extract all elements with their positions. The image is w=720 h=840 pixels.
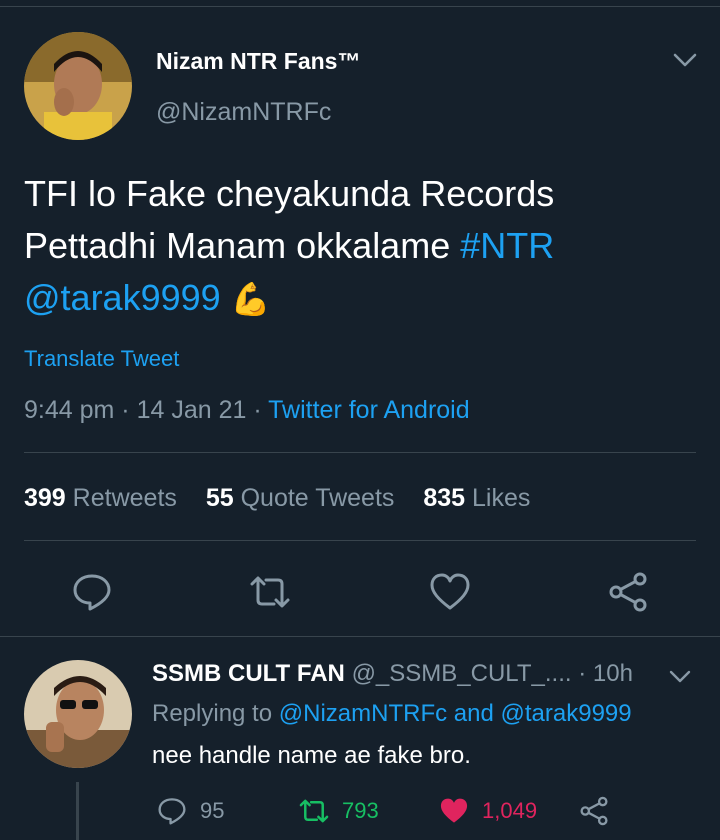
- tweet-date[interactable]: 14 Jan 21: [137, 396, 247, 424]
- retweets-stat[interactable]: 399 Retweets: [24, 484, 177, 512]
- likes-count: 835: [423, 484, 466, 512]
- author-display-name[interactable]: Nizam NTR Fans™: [156, 48, 360, 75]
- retweet-arrows-icon: [299, 799, 329, 823]
- tweet-text-line: Pettadhi Manam okkalame #NTR: [24, 220, 704, 272]
- reply-author-avatar[interactable]: [24, 660, 132, 768]
- reply-text: nee handle name ae fake bro.: [152, 742, 471, 769]
- like-button[interactable]: [428, 570, 472, 614]
- reply-reply-button[interactable]: 95: [156, 794, 224, 828]
- share-nodes-icon: [580, 796, 608, 826]
- mention-link[interactable]: @tarak9999: [24, 277, 221, 318]
- tweet-text-line: TFI lo Fake cheyakunda Records: [24, 173, 555, 214]
- retweet-arrows-icon: [250, 576, 290, 608]
- reply-display-name[interactable]: SSMB CULT FAN: [152, 660, 345, 687]
- quotes-label: Quote Tweets: [240, 484, 395, 512]
- reply-header: SSMB CULT FAN @_SSMB_CULT_.... · 10h: [152, 660, 633, 687]
- reply-time[interactable]: 10h: [593, 660, 633, 687]
- speech-bubble-icon: [158, 798, 186, 825]
- reply-retweet-button[interactable]: 793: [298, 794, 379, 828]
- replying-and: and: [453, 700, 494, 727]
- like-count: 1,049: [482, 798, 538, 823]
- reply-handle[interactable]: @_SSMB_CULT_....: [352, 660, 572, 687]
- reply-like-button[interactable]: 1,049: [438, 794, 537, 828]
- speech-bubble-icon: [73, 574, 111, 611]
- reply-share-button[interactable]: [578, 794, 610, 828]
- replying-prefix: Replying to: [152, 700, 273, 727]
- tweet-text: TFI lo Fake cheyakunda Records Pettadhi …: [24, 168, 704, 325]
- quotes-count: 55: [205, 484, 234, 512]
- hashtag-link[interactable]: #NTR: [460, 225, 554, 266]
- retweets-count: 399: [24, 484, 66, 512]
- chevron-down-icon[interactable]: [668, 668, 692, 686]
- author-handle[interactable]: @NizamNTRFc: [156, 98, 331, 127]
- translate-tweet-link[interactable]: Translate Tweet: [24, 346, 179, 372]
- heart-icon: [430, 573, 470, 610]
- likes-label: Likes: [472, 484, 531, 512]
- retweet-button[interactable]: [248, 570, 292, 614]
- share-button[interactable]: [606, 570, 650, 614]
- replying-user-link[interactable]: @tarak9999: [501, 700, 632, 727]
- reply-button[interactable]: [70, 570, 114, 614]
- share-nodes-icon: [609, 572, 647, 612]
- tweet-text-segment: Pettadhi Manam okkalame: [24, 225, 461, 266]
- author-avatar[interactable]: [24, 32, 132, 140]
- tweet-text-line: @tarak9999 💪: [24, 272, 704, 325]
- quote-tweets-stat[interactable]: 55 Quote Tweets: [206, 484, 395, 512]
- divider: [24, 540, 696, 541]
- divider: [0, 636, 720, 637]
- engagement-stats: 399 Retweets 55 Quote Tweets 835 Likes: [24, 484, 552, 513]
- tweet-metadata: 9:44 pm · 14 Jan 21 · Twitter for Androi…: [24, 396, 470, 424]
- top-divider: [0, 6, 720, 7]
- tweet-time[interactable]: 9:44 pm: [24, 396, 114, 424]
- replying-user-link[interactable]: @NizamNTRFc: [279, 700, 447, 727]
- retweet-count: 793: [342, 798, 379, 823]
- reply-count: 95: [200, 798, 225, 823]
- tweet-source-link[interactable]: Twitter for Android: [268, 396, 469, 424]
- likes-stat[interactable]: 835 Likes: [423, 484, 530, 512]
- heart-icon: [440, 798, 468, 823]
- chevron-down-icon[interactable]: [672, 50, 698, 70]
- flexed-biceps-icon: 💪: [230, 281, 271, 317]
- retweets-label: Retweets: [72, 484, 177, 512]
- replying-to: Replying to @NizamNTRFc and @tarak9999: [152, 700, 632, 728]
- divider: [24, 452, 696, 453]
- thread-line: [76, 782, 79, 840]
